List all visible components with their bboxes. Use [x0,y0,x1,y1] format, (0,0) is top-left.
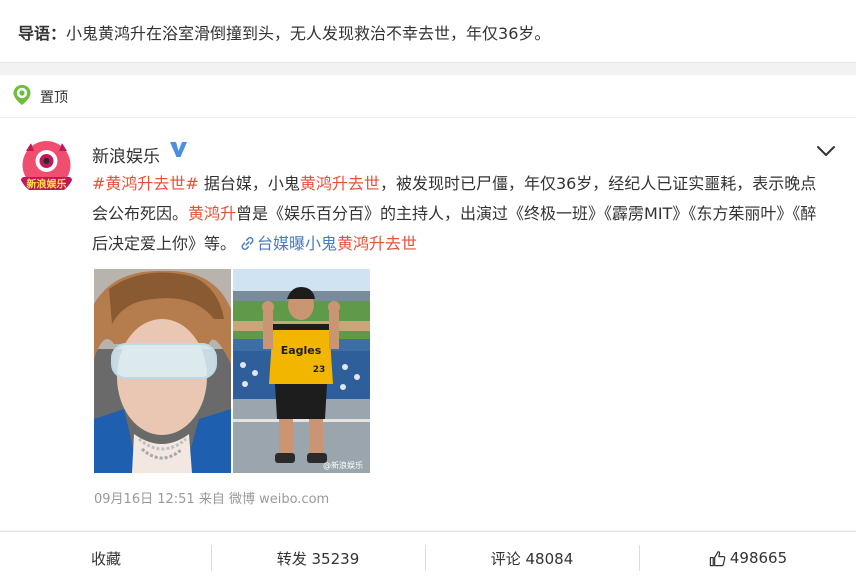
lead-label: 导语： [18,24,67,43]
highlight-keyword: 黄鸿升 [188,204,237,223]
highlight-keyword: 黄鸿升去世 [299,174,380,193]
avatar-logo: 新浪娱乐 [18,139,75,196]
repost-button[interactable]: 转发 35239 [212,532,424,584]
link-prefix: 台媒曝小鬼 [257,234,338,253]
pinned-label: 置顶 [40,90,68,106]
action-bar: 收藏 转发 35239 评论 48084 498665 [0,531,856,584]
like-button[interactable]: 498665 [640,532,856,584]
pinned-row: 置顶 [0,75,856,118]
author-name[interactable]: 新浪娱乐 [92,142,160,167]
favorite-label: 收藏 [90,549,121,568]
lead-text: 导语：小鬼黄鸿升在浴室滑倒撞到头，无人发现救治不幸去世，年仅36岁。 [18,20,550,44]
photo-watermark: @新浪娱乐 [323,460,363,470]
lead-section: 导语：小鬼黄鸿升在浴室滑倒撞到头，无人发现救治不幸去世，年仅36岁。 [0,0,856,63]
comment-button[interactable]: 评论 48084 [426,532,638,584]
like-count: 498665 [729,549,788,567]
repost-label: 转发 35239 [276,549,360,568]
chevron-down-icon[interactable] [816,144,836,158]
post-photo-1[interactable] [94,269,231,473]
jersey-number: 23 [313,365,326,375]
link-icon [241,237,254,250]
post-text: #黄鸿升去世# 据台媒，小鬼黄鸿升去世，被发现时已尸僵，年仅36岁，经纪人已证实… [92,169,832,259]
post-photo-2[interactable]: Eagles 23 @新浪娱乐 [233,269,370,473]
hashtag-link[interactable]: #黄鸿升去世# [92,174,199,193]
pin-icon [13,85,31,105]
thumbs-up-icon [709,550,726,566]
lead-body: 小鬼黄鸿升在浴室滑倒撞到头，无人发现救治不幸去世，年仅36岁。 [66,24,551,43]
jersey-text: Eagles [281,344,322,357]
verified-icon [170,142,187,157]
avatar[interactable]: 新浪娱乐 [18,139,75,196]
post-card: 新浪娱乐 新浪娱乐 #黄鸿升去世# 据台媒，小鬼黄鸿升去世，被发现时已尸僵，年仅… [0,118,856,530]
article-link[interactable]: 台媒曝小鬼黄鸿升去世 [236,234,417,253]
avatar-text: 新浪娱乐 [27,178,67,191]
post-text-part1: 据台媒，小鬼 [198,174,300,193]
favorite-button[interactable]: 收藏 [0,532,212,584]
post-meta: 09月16日 12:51 来自 微博 weibo.com [94,492,330,507]
comment-label: 评论 48084 [490,549,574,568]
link-highlight: 黄鸿升去世 [337,234,418,253]
